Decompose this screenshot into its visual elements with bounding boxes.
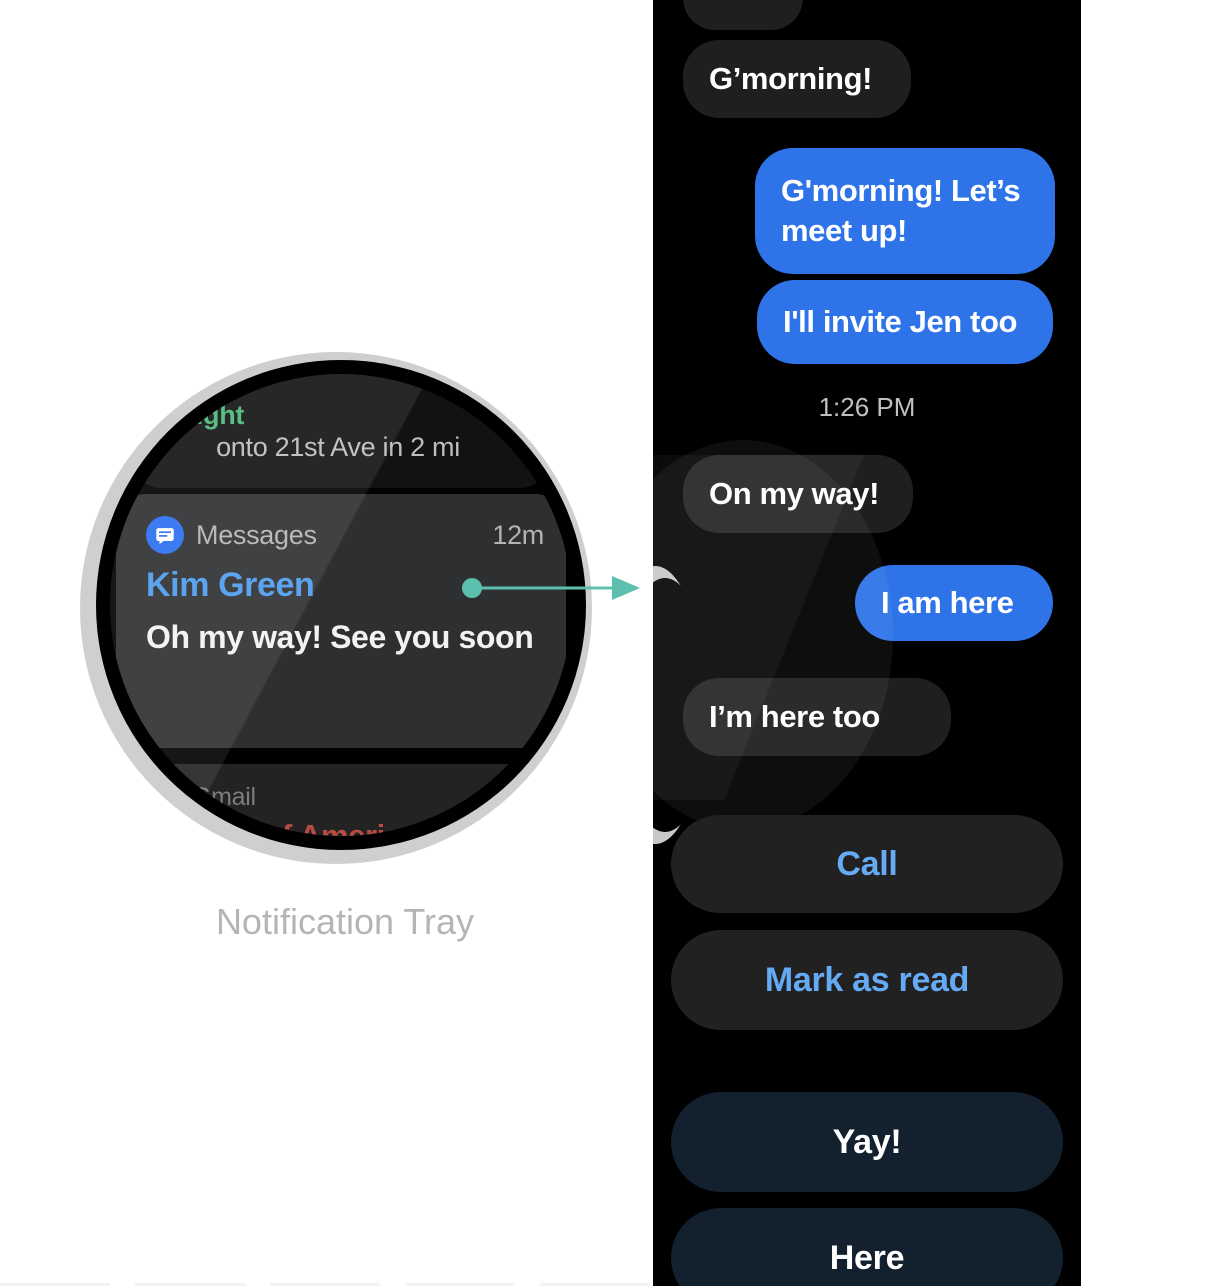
conversation-thread[interactable]: G’morning! G'morning! Let’s meet up! I'l… <box>653 0 1081 1286</box>
messages-timestamp: 12m <box>492 519 544 550</box>
callout-connector <box>462 560 642 616</box>
chat-bubble-sent[interactable]: G'morning! Let’s meet up! <box>755 148 1055 274</box>
gmail-app-label: Gmail <box>192 782 256 811</box>
chat-bubble-sent[interactable]: I am here <box>855 565 1053 641</box>
notification-card-navigation[interactable]: rn right onto 21st Ave in 2 mi <box>132 374 550 488</box>
notification-card-gmail[interactable]: Gmail 2h of America <box>128 764 554 836</box>
messages-icon <box>146 516 184 554</box>
chat-bubble-received[interactable]: G’morning! <box>683 40 911 118</box>
chat-bubble-received[interactable]: I’m here too <box>683 678 951 756</box>
mark-as-read-button[interactable]: Mark as read <box>671 930 1063 1030</box>
notification-card-messages[interactable]: Messages 12m Kim Green Oh my way! See yo… <box>116 494 566 748</box>
gmail-timestamp: 2h <box>500 782 529 811</box>
page-title: Notification Tray <box>215 901 475 942</box>
conversation-timestamp: 1:26 PM <box>818 392 916 422</box>
messages-preview-text: Oh my way! See you soon <box>146 619 534 655</box>
messages-app-label: Messages <box>196 519 317 550</box>
messages-header: Messages 12m <box>196 518 544 552</box>
quick-reply-here-button[interactable]: Here <box>671 1208 1063 1286</box>
chat-bubble-received[interactable]: On my way! <box>683 455 913 533</box>
gmail-icon <box>150 778 184 812</box>
chat-bubble-partial[interactable] <box>683 0 803 30</box>
quick-reply-yay-button[interactable]: Yay! <box>671 1092 1063 1192</box>
gmail-sender-name: of America <box>263 818 419 836</box>
right-watch-device: G’morning! G'morning! Let’s meet up! I'l… <box>653 0 1081 1286</box>
navigation-direction-text: rn right <box>152 400 245 430</box>
gmail-header: Gmail 2h <box>192 782 528 812</box>
messages-sender-name: Kim Green <box>146 566 315 604</box>
call-button[interactable]: Call <box>671 815 1063 913</box>
navigation-detail-text: onto 21st Ave in 2 mi <box>216 432 460 462</box>
chat-bubble-sent[interactable]: I'll invite Jen too <box>757 280 1053 364</box>
screenshot-canvas: rn right onto 21st Ave in 2 mi Messages … <box>0 0 1206 1286</box>
